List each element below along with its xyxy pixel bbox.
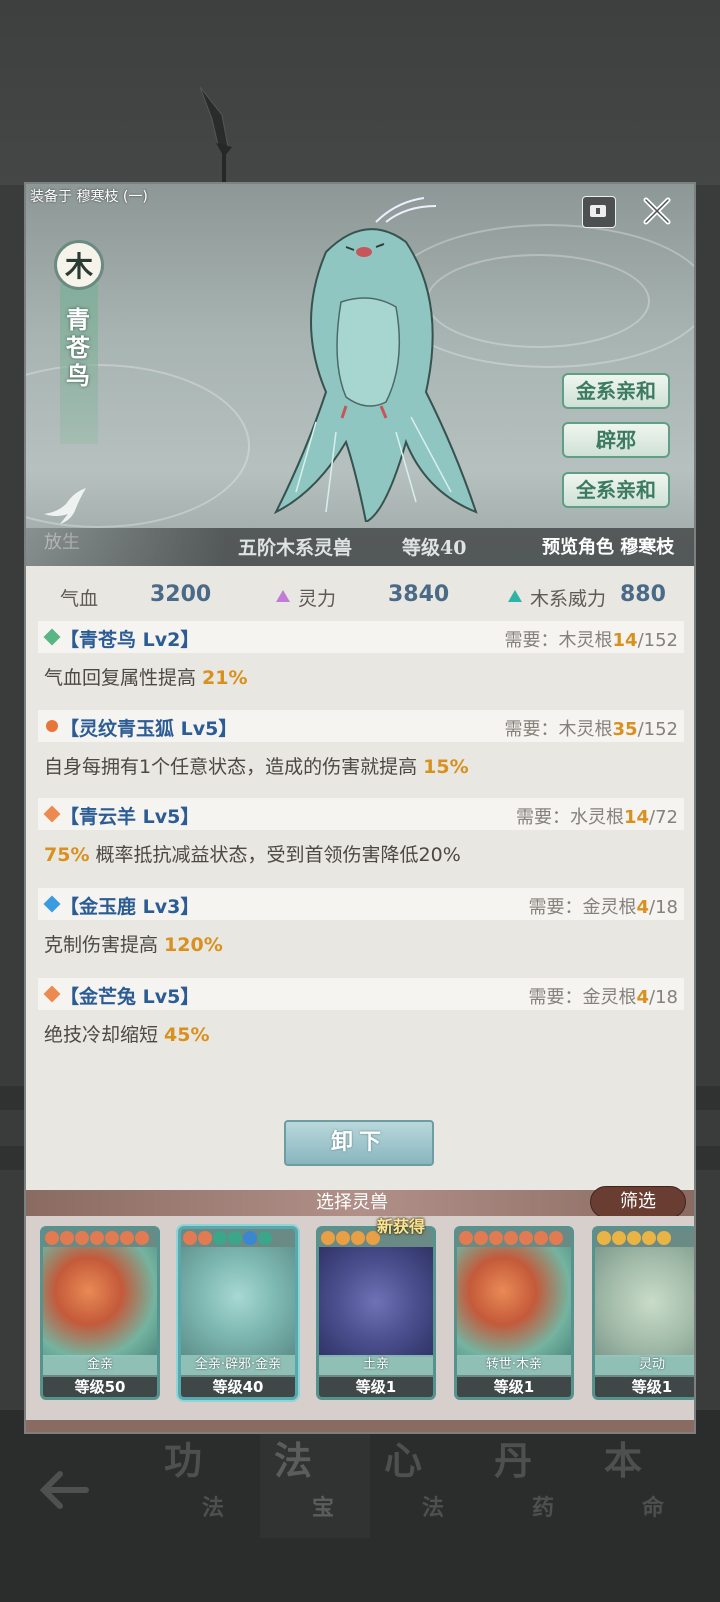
beast-card-level: 等级50 — [43, 1377, 157, 1397]
background-strip — [0, 1086, 24, 1110]
beast-card-selected[interactable]: 全亲·辟邪·金亲 等级40 — [178, 1226, 298, 1400]
stat-value-hp: 3200 — [150, 582, 212, 607]
lock-icon — [590, 205, 606, 217]
skill-description: 75% 概率抵抗减益状态，受到首领伤害降低20% — [44, 844, 461, 866]
beast-card-tag: 灵动 — [595, 1355, 694, 1375]
beast-header: 装备于 穆寒枝 (一) 木 青苍鸟 金系亲和 辟邪 全系亲和 五阶木系灵兽 等级… — [26, 184, 694, 566]
beast-card-level: 等级1 — [319, 1377, 433, 1397]
beast-card-level: 等级1 — [595, 1377, 694, 1397]
beast-card[interactable]: 金亲 等级50 — [40, 1226, 160, 1400]
element-badge: 木 — [54, 240, 104, 290]
star-rating — [321, 1231, 380, 1247]
skill-name: 【青云羊 Lv5】 — [60, 806, 200, 828]
beast-detail-dialog: 装备于 穆寒枝 (一) 木 青苍鸟 金系亲和 辟邪 全系亲和 五阶木系灵兽 等级… — [24, 182, 696, 1434]
beast-card-tag: 全亲·辟邪·金亲 — [181, 1355, 295, 1375]
skill-name: 【金玉鹿 Lv3】 — [60, 896, 200, 918]
close-icon[interactable] — [640, 194, 674, 228]
skill-name: 【灵纹青玉狐 Lv5】 — [60, 718, 238, 740]
back-arrow-icon[interactable] — [34, 1460, 94, 1520]
stat-label-wood-power: 木系威力 — [530, 588, 607, 610]
beast-card[interactable]: 土亲 等级1 — [316, 1226, 436, 1400]
new-badge: 新获得 — [377, 1217, 426, 1236]
skill-name: 【青苍鸟 Lv2】 — [60, 629, 200, 651]
skill-entry: 【青苍鸟 Lv2】 需要：木灵根14/152 气血回复属性提高 21% — [38, 621, 684, 701]
tag-button-jinxi[interactable]: 金系亲和 — [562, 373, 670, 409]
skill-description: 自身每拥有1个任意状态，造成的伤害就提高 15% — [44, 756, 469, 778]
beast-card[interactable]: 转世·木亲 等级1 — [454, 1226, 574, 1400]
preview-character[interactable]: 预览角色 穆寒枝 — [542, 533, 674, 559]
tag-button-bixie[interactable]: 辟邪 — [562, 422, 670, 458]
unequip-button[interactable]: 卸下 — [284, 1120, 434, 1166]
beast-card-tag: 土亲 — [319, 1355, 433, 1375]
skill-entry: 【金玉鹿 Lv3】 需要：金灵根4/18 克制伤害提高 120% — [38, 888, 684, 968]
background-strip — [0, 1146, 24, 1170]
star-rating — [183, 1231, 272, 1247]
skill-entry: 【青云羊 Lv5】 需要：水灵根14/72 75% 概率抵抗减益状态，受到首领伤… — [38, 798, 684, 878]
refresh-icon — [46, 720, 58, 732]
stat-label-mana: 灵力 — [298, 588, 337, 610]
background-strip — [696, 1146, 720, 1170]
sword-silhouette-icon — [199, 86, 232, 185]
star-rating — [597, 1231, 671, 1247]
beast-card-level: 等级40 — [181, 1377, 295, 1397]
beast-card-art — [181, 1247, 295, 1357]
release-bird-icon[interactable] — [40, 484, 88, 528]
skill-entry: 【金芒兔 Lv5】 需要：金灵根4/18 绝技冷却缩短 45% — [38, 978, 684, 1058]
beast-portrait — [273, 197, 478, 522]
beast-card-art — [319, 1247, 433, 1357]
skill-requirement: 需要：水灵根14/72 — [515, 807, 678, 828]
equipped-on-label: 装备于 穆寒枝 (一) — [30, 189, 148, 205]
stat-value-wood-power: 880 — [620, 582, 666, 607]
nav-tab-benming[interactable]: 本 命 — [590, 1428, 700, 1538]
nav-tab-xinfa[interactable]: 心 法 — [370, 1428, 480, 1538]
skill-description: 克制伤害提高 120% — [44, 934, 223, 956]
skill-requirement: 需要：木灵根35/152 — [504, 719, 678, 740]
skill-requirement: 需要：金灵根4/18 — [528, 897, 679, 918]
triangle-icon — [276, 590, 290, 602]
skill-description: 绝技冷却缩短 45% — [44, 1024, 210, 1046]
tag-button-quanxi[interactable]: 全系亲和 — [562, 472, 670, 508]
nav-tab-gongfa[interactable]: 功 法 — [150, 1428, 260, 1538]
skill-requirement: 需要：木灵根14/152 — [504, 630, 678, 651]
background-top — [0, 0, 720, 185]
nav-tab-danyao[interactable]: 丹 药 — [480, 1428, 590, 1538]
nav-tab-fabao[interactable]: 法 宝 — [260, 1428, 370, 1538]
stats-row: 气血 3200 灵力 3840 木系威力 880 — [26, 566, 694, 622]
beast-card-art — [457, 1247, 571, 1357]
beast-card-tag: 转世·木亲 — [457, 1355, 571, 1375]
skill-entry: 【灵纹青玉狐 Lv5】 需要：木灵根35/152 自身每拥有1个任意状态，造成的… — [38, 710, 684, 790]
beast-card[interactable]: 灵动 等级1 — [592, 1226, 694, 1400]
lock-button[interactable] — [582, 196, 616, 228]
beast-card-art — [43, 1247, 157, 1357]
beast-level: 等级40 — [402, 537, 467, 559]
star-rating — [459, 1231, 563, 1247]
skill-requirement: 需要：金灵根4/18 — [528, 987, 679, 1008]
beast-name: 青苍鸟 — [66, 305, 90, 390]
star-rating — [45, 1231, 149, 1247]
triangle-icon — [508, 590, 522, 602]
beast-card-tag: 金亲 — [43, 1355, 157, 1375]
stat-value-mana: 3840 — [388, 582, 450, 607]
stat-label-hp: 气血 — [60, 588, 99, 610]
beast-rank: 五阶木系灵兽 — [238, 537, 353, 559]
beast-card-art — [595, 1247, 694, 1357]
skill-description: 气血回复属性提高 21% — [44, 667, 248, 689]
skill-name: 【金芒兔 Lv5】 — [60, 986, 200, 1008]
bottom-border — [26, 1420, 694, 1432]
background-strip — [696, 1086, 720, 1110]
beast-card-level: 等级1 — [457, 1377, 571, 1397]
filter-button[interactable]: 筛选 — [590, 1186, 686, 1218]
